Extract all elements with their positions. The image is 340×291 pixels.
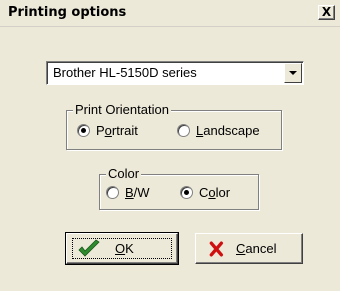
cancel-button-mnemonic: C [236,241,246,256]
radio-label-portrait: Portrait [96,123,138,138]
print-orientation-label: Print Orientation [73,102,171,118]
radio-label-portrait-mnemonic: o [104,123,112,138]
close-icon: X [321,5,332,19]
radio-label-color: Color [199,185,230,200]
ok-button-mnemonic: O [115,241,126,256]
radio-label-bw-mnemonic: B [125,185,134,200]
ok-button[interactable]: OK [65,232,179,265]
radio-landscape[interactable]: Landscape [177,123,260,138]
radio-indicator-color [180,186,193,199]
cancel-button-label: Cancel [236,241,276,256]
radio-bw[interactable]: B/W [106,185,150,200]
radio-indicator-landscape [177,124,190,137]
printer-select[interactable]: Brother HL-5150D series [46,61,304,85]
cancel-button-label-post: ancel [245,241,277,256]
radio-label-color-pre: C [199,185,209,200]
radio-label-portrait-post: rtrait [111,123,138,138]
radio-label-bw: B/W [125,185,150,200]
print-orientation-group: Print Orientation Portrait Landscape [66,102,282,150]
radio-label-bw-post: /W [133,185,150,200]
cancel-button[interactable]: Cancel [195,233,303,264]
color-group: Color B/W Color [99,166,259,210]
radio-portrait[interactable]: Portrait [77,123,138,138]
printing-options-dialog: Printing options X Brother HL-5150D seri… [0,0,340,291]
title-bar[interactable]: Printing options X [0,0,340,27]
radio-label-color-mnemonic: o [208,185,216,200]
printer-select-value: Brother HL-5150D series [53,65,197,80]
close-button[interactable]: X [318,5,335,20]
radio-color[interactable]: Color [180,185,230,200]
ok-button-label-post: K [125,241,134,256]
window-title: Printing options [8,5,127,20]
radio-label-landscape-post: andscape [203,123,260,138]
radio-label-portrait-pre: P [96,123,105,138]
dropdown-arrow-button[interactable] [284,63,302,83]
ok-button-label: OK [115,241,134,256]
radio-indicator-portrait [77,124,90,137]
radio-label-landscape: Landscape [196,123,260,138]
color-label: Color [106,166,142,182]
radio-label-color-post: lor [215,185,231,200]
checkmark-icon [78,239,100,257]
radio-indicator-bw [106,186,119,199]
x-icon [209,241,223,257]
